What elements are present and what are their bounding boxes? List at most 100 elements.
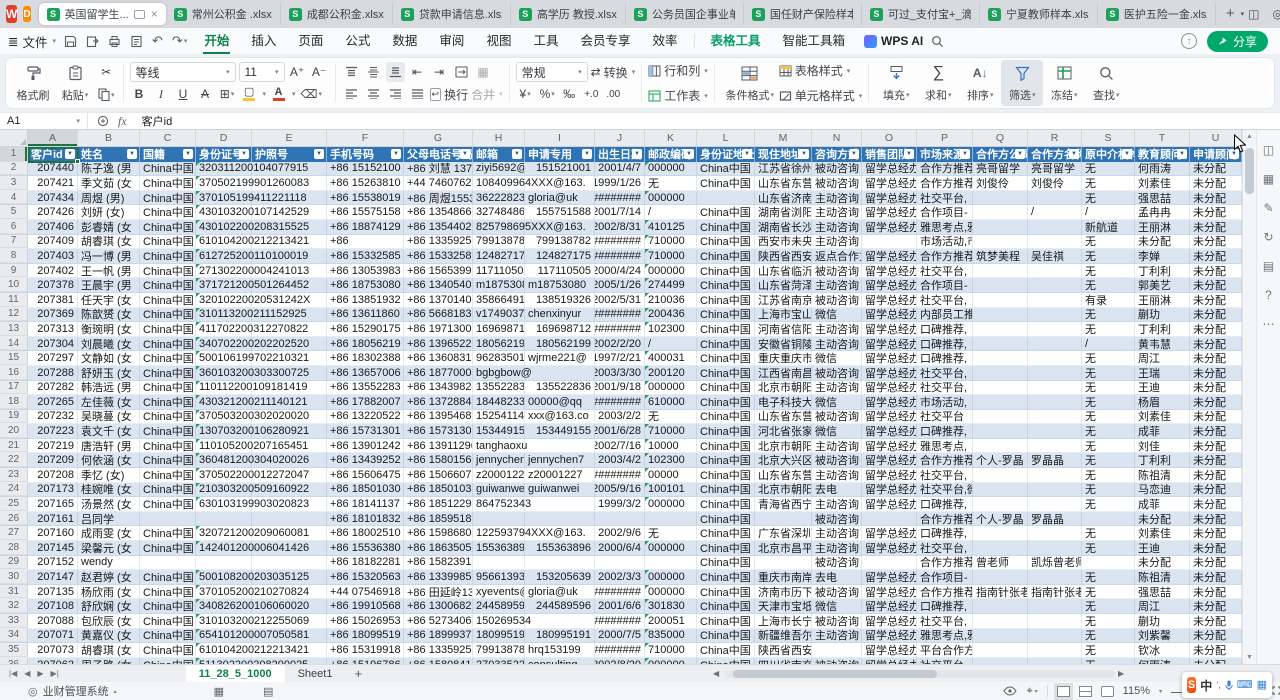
cell[interactable]: 蒯玏 <box>1135 308 1190 322</box>
filter-dropdown-icon[interactable]: ▼ <box>742 149 752 159</box>
new-tab-button[interactable]: + <box>1216 5 1241 24</box>
cell[interactable]: 陈祖清 <box>1135 468 1190 482</box>
cell[interactable]: 合作方推荐 <box>917 453 973 467</box>
cell[interactable]: 271302200004241013 <box>196 264 252 278</box>
cell[interactable]: 季文茹 (女 <box>78 176 140 190</box>
row-header-33[interactable]: 33 <box>0 614 28 628</box>
file-tab[interactable]: S宁夏教师样本.xlsx <box>980 3 1098 25</box>
cell[interactable]: China中国 <box>697 220 755 234</box>
cell[interactable] <box>755 512 812 526</box>
cell[interactable] <box>1028 526 1082 540</box>
header-cell[interactable]: 教育顾问▼ <box>1135 147 1190 162</box>
cell[interactable]: 835000 <box>645 629 697 643</box>
cell[interactable]: 207209 <box>28 453 78 467</box>
cell[interactable]: 2001/9/18 <box>595 381 645 395</box>
cell[interactable]: China中国 <box>697 366 755 380</box>
cell[interactable]: China中国 <box>140 585 196 599</box>
cell[interactable]: ######### <box>595 249 645 263</box>
cell[interactable]: +86 1506607386 <box>404 468 473 482</box>
cell[interactable]: 合作方推荐 <box>917 249 973 263</box>
cell[interactable]: 胡睿琪 (女 <box>78 235 140 249</box>
cell[interactable]: 207403 <box>28 249 78 263</box>
cell[interactable]: China中国 <box>140 249 196 263</box>
cell[interactable]: 任天宇 (女 <box>78 293 140 307</box>
upload-circle-icon[interactable]: ↑ <box>1181 33 1197 49</box>
cell[interactable]: China中国 <box>697 410 755 424</box>
cell[interactable]: 411702200312270822 <box>196 322 252 336</box>
cell[interactable] <box>973 570 1028 584</box>
row-header-28[interactable]: 28 <box>0 541 28 555</box>
cell[interactable]: 去电 <box>812 483 862 497</box>
cell[interactable]: 710000 <box>645 424 697 438</box>
save-icon[interactable] <box>64 35 77 48</box>
cell[interactable] <box>140 556 196 570</box>
cell[interactable]: 155363896 <box>473 541 525 555</box>
cell[interactable]: 无 <box>1082 468 1135 482</box>
sheet-tab-Sheet1[interactable]: Sheet1 <box>285 665 346 682</box>
cell-style-button[interactable]: 单元格样式▾ <box>779 87 863 104</box>
cell[interactable]: +86 18874129 <box>327 220 404 234</box>
cell[interactable]: 654101200007050581 <box>196 629 252 643</box>
cell[interactable]: / <box>1082 205 1135 219</box>
cell[interactable]: 雅思考点, <box>917 439 973 453</box>
cell[interactable]: 207135 <box>28 585 78 599</box>
cell[interactable]: China中国 <box>140 483 196 497</box>
cell[interactable] <box>645 512 697 526</box>
cell[interactable]: China中国 <box>140 322 196 336</box>
cell[interactable]: China中国 <box>140 381 196 395</box>
cell[interactable]: 200120 <box>645 366 697 380</box>
cell[interactable]: 留学总经办 <box>862 293 917 307</box>
cell[interactable]: 799138782 <box>473 643 525 657</box>
cell[interactable]: 511302200208200025 <box>196 658 252 664</box>
file-tab[interactable]: S高学历 教授.xlsx <box>511 3 626 25</box>
cell[interactable]: China中国 <box>697 453 755 467</box>
cell[interactable]: +86 1850103098 <box>404 483 473 497</box>
cell[interactable]: 210036 <box>645 293 697 307</box>
cell[interactable]: 207073 <box>28 643 78 657</box>
cell[interactable]: 2003/2/2 <box>595 410 645 424</box>
cell[interactable]: 主动咨询 <box>812 439 862 453</box>
filter-dropdown-icon[interactable]: ▼ <box>904 149 914 159</box>
cell[interactable] <box>973 322 1028 336</box>
cell[interactable]: 710000 <box>645 643 697 657</box>
cell[interactable]: China中国 <box>140 570 196 584</box>
cell[interactable]: 207161 <box>28 512 78 526</box>
fill-button[interactable]: 填充▾ <box>875 60 917 106</box>
cell[interactable]: 无 <box>1082 526 1135 540</box>
cell[interactable]: 117110505 <box>525 264 595 278</box>
cell[interactable]: 610000 <box>645 395 697 409</box>
row-header-10[interactable]: 10 <box>0 278 28 292</box>
cell[interactable]: 2002/3/3 <box>595 570 645 584</box>
cell[interactable]: +86 1395468251 <box>404 410 473 424</box>
cell[interactable]: +86 15320563 <box>327 570 404 584</box>
row-header-7[interactable]: 7 <box>0 235 28 249</box>
cell[interactable]: 未分配 <box>1190 264 1242 278</box>
cell[interactable] <box>525 439 595 453</box>
cell[interactable]: +86 15290175 <box>327 322 404 336</box>
cell[interactable]: 主动咨询 <box>812 220 862 234</box>
cell[interactable] <box>973 366 1028 380</box>
cell[interactable]: +86 1851229020 <box>404 497 473 511</box>
cell[interactable]: 00000@qq <box>525 395 595 409</box>
hscroll-right-icon[interactable]: ▶ <box>1118 669 1124 678</box>
cell[interactable]: 北京大兴区 <box>755 453 812 467</box>
cell[interactable] <box>973 497 1028 511</box>
cell[interactable] <box>1028 468 1082 482</box>
cell[interactable]: +86 18101832 <box>327 512 404 526</box>
cell[interactable]: 河南省信阳 <box>755 322 812 336</box>
bold-button[interactable]: B <box>130 84 149 104</box>
cell[interactable]: 胡睿琪 (女 <box>78 643 140 657</box>
cell[interactable]: guiwanwei <box>525 483 595 497</box>
header-cell[interactable]: 市场来源▼ <box>917 147 973 162</box>
menu-tab-开始[interactable]: 开始 <box>193 28 240 54</box>
filter-dropdown-icon[interactable]: ▼ <box>1122 149 1132 159</box>
increase-indent-icon[interactable]: ⇥ <box>430 62 449 82</box>
cell[interactable]: 207304 <box>28 337 78 351</box>
cell[interactable]: China中国 <box>140 629 196 643</box>
cell[interactable] <box>973 351 1028 365</box>
cell[interactable]: 207406 <box>28 220 78 234</box>
cell[interactable]: China中国 <box>140 526 196 540</box>
cell[interactable]: 430103200107142529 <box>196 205 252 219</box>
row-header-12[interactable]: 12 <box>0 308 28 322</box>
cell[interactable]: 124827175 <box>473 249 525 263</box>
